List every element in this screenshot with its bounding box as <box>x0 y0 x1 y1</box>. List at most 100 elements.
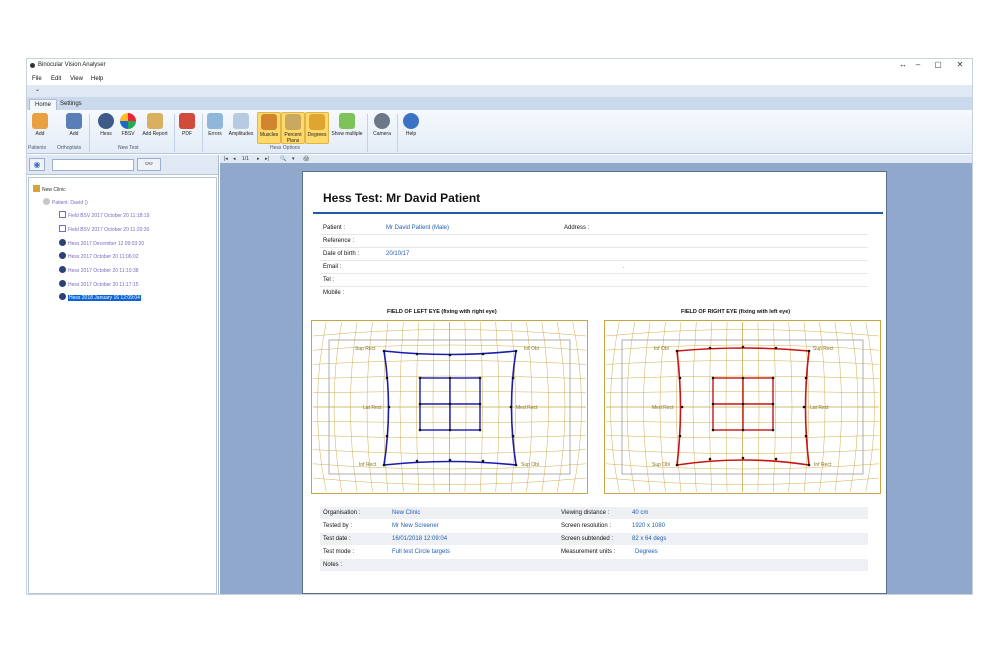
address-value: . <box>623 264 625 270</box>
percent-plans-icon <box>285 114 301 130</box>
label-inf-obl: Inf Obl <box>524 346 539 352</box>
hess-eye-icon <box>59 252 66 259</box>
search-binoculars-button[interactable]: 👓 <box>137 158 161 171</box>
clinic-icon <box>33 185 40 192</box>
label-sup-obl: Sup Obl <box>652 462 670 468</box>
ribbon-separator <box>367 114 368 152</box>
report-viewer: |◂ ◂ 1/1 ▸ ▸| 🔍 ▾ 🖨 Hess Test: Mr David … <box>220 155 972 594</box>
zoom-icon[interactable]: 🔍 <box>280 156 286 162</box>
mobile-row: Mobile : <box>323 290 345 296</box>
patient-panel: ◉ 👓 New Clinic Patient: David () Field B… <box>27 155 219 594</box>
tree-node-test[interactable]: Field BSV 2017 October 20 11:18:19 <box>59 209 149 222</box>
patient-tree: New Clinic Patient: David () Field BSV 2… <box>28 177 217 594</box>
add-report-button[interactable]: Add Report <box>139 112 171 144</box>
tab-home[interactable]: Home <box>29 99 58 110</box>
label-sup-obl: Sup Obl <box>521 462 539 468</box>
address-row: Address : <box>564 225 590 231</box>
degrees-button[interactable]: Degrees <box>305 112 329 144</box>
percent-plans-button[interactable]: Percent Plans <box>281 112 305 144</box>
row-divider <box>320 234 868 235</box>
right-eye-chart-title: FIELD OF RIGHT EYE (fixing with left eye… <box>681 309 791 315</box>
help-button[interactable]: Help <box>399 112 423 144</box>
label-lat-rect: Lat Rect <box>363 405 382 411</box>
tree-node-clinic[interactable]: New Clinic <box>33 183 66 196</box>
left-eye-hess-plot: Sup Rect Inf Obl Lat Rect Med Rect Inf R… <box>311 320 588 494</box>
label-sup-rect: Sup Rect <box>355 346 376 352</box>
group-patients-label: Patients <box>28 145 47 151</box>
tree-node-test[interactable]: Hess 2017 October 20 11:17:15 <box>59 278 139 291</box>
show-multiple-button[interactable]: Show multiple <box>330 112 364 144</box>
tel-row: Tel : <box>323 277 335 283</box>
left-eye-hess-chart: Sup Rect Inf Obl Lat Rect Med Rect Inf R… <box>311 320 588 494</box>
tree-node-patient[interactable]: Patient: David () <box>43 196 88 209</box>
help-icon <box>403 113 419 129</box>
close-button[interactable]: ✕ <box>953 60 967 69</box>
orthoptist-icon <box>66 113 82 129</box>
degrees-icon <box>309 114 325 130</box>
patient-search-input[interactable] <box>52 159 134 171</box>
fbsv-icon <box>120 113 136 129</box>
tab-settings[interactable]: Settings <box>55 99 87 110</box>
hess-eye-icon <box>59 280 66 287</box>
fbsv-button[interactable]: FBSV <box>116 112 140 144</box>
report-title: Hess Test: Mr David Patient <box>323 191 481 205</box>
last-page-button[interactable]: ▸| <box>265 156 269 162</box>
label-med-rect: Med Rect <box>652 405 674 411</box>
add-patient-button[interactable]: Add <box>28 112 52 144</box>
quick-access-dropdown[interactable]: ⌄ <box>35 86 40 93</box>
organisation-row: Organisation : New Clinic Viewing distance… <box>320 507 868 519</box>
title-bar: Binocular Vision Analyser ↔ – ▢ ✕ <box>27 59 972 73</box>
left-eye-chart-title: FIELD OF LEFT EYE (fixing with right eye… <box>387 309 497 315</box>
patient-row: Patient : Mr David Patient (Male) <box>323 225 450 231</box>
muscles-button[interactable]: Muscles <box>257 112 281 144</box>
pdf-button[interactable]: PDF <box>175 112 199 144</box>
report-icon <box>147 113 163 129</box>
restore-size-icon[interactable]: ↔ <box>896 60 910 69</box>
tree-node-test[interactable]: Hess 2017 October 20 11:06:02 <box>59 250 139 263</box>
page-indicator: 1/1 <box>242 156 249 162</box>
label-lat-rect: Lat Rect <box>810 405 829 411</box>
maximize-button[interactable]: ▢ <box>931 60 945 69</box>
prev-page-button[interactable]: ◂ <box>233 156 236 162</box>
camera-icon <box>374 113 390 129</box>
hess-eye-icon <box>59 266 66 273</box>
eye-icon <box>98 113 114 129</box>
group-hess-options-label: Hess Options <box>270 145 301 151</box>
label-inf-obl: Inf Obl <box>654 346 669 352</box>
menu-view[interactable]: View <box>70 76 83 82</box>
menu-help[interactable]: Help <box>91 76 103 82</box>
errors-icon <box>207 113 223 129</box>
reference-row: Reference : <box>323 238 355 244</box>
ribbon-separator <box>89 114 90 152</box>
minimize-button[interactable]: – <box>911 60 925 69</box>
pdf-icon <box>179 113 195 129</box>
amplitudes-button[interactable]: Amplitudes <box>226 112 256 144</box>
errors-button[interactable]: Errors <box>203 112 227 144</box>
tested-by-row: Tested by : Mr New Screener Screen resolut… <box>323 523 666 529</box>
camera-button[interactable]: Camera <box>370 112 394 144</box>
patient-node-icon <box>43 198 50 205</box>
zoom-dropdown[interactable]: ▾ <box>292 156 295 162</box>
label-inf-rect: Inf Rect <box>814 462 832 468</box>
check-icon <box>339 113 355 129</box>
email-row: Email : <box>323 264 342 270</box>
tree-node-test-selected[interactable]: Hess 2018 January 16 12:09:04 <box>59 291 141 304</box>
app-icon <box>30 63 35 68</box>
row-divider <box>320 260 868 261</box>
menu-file[interactable]: File <box>32 76 42 82</box>
tree-node-test[interactable]: Hess 2017 October 20 11:10:38 <box>59 264 139 277</box>
next-page-button[interactable]: ▸ <box>257 156 260 162</box>
hess-button[interactable]: Hess <box>94 112 118 144</box>
first-page-button[interactable]: |◂ <box>224 156 228 162</box>
tree-node-test[interactable]: Hess 2017 December 12 09:03:20 <box>59 237 144 250</box>
title-rule <box>313 212 883 214</box>
tree-node-test[interactable]: Field BSV 2017 October 20 11:20:30 <box>59 223 149 236</box>
right-eye-hess-chart: Inf Obl Sup Rect Med Rect Lat Rect Sup O… <box>604 320 881 494</box>
print-icon[interactable]: 🖨 <box>303 156 309 162</box>
view-eye-button[interactable]: ◉ <box>29 158 45 171</box>
test-mode-row: Test mode : Full test Circle targets Measu… <box>323 549 658 555</box>
row-divider <box>320 286 868 287</box>
menu-edit[interactable]: Edit <box>51 76 61 82</box>
amplitudes-icon <box>233 113 249 129</box>
add-orthoptist-button[interactable]: Add <box>62 112 86 144</box>
